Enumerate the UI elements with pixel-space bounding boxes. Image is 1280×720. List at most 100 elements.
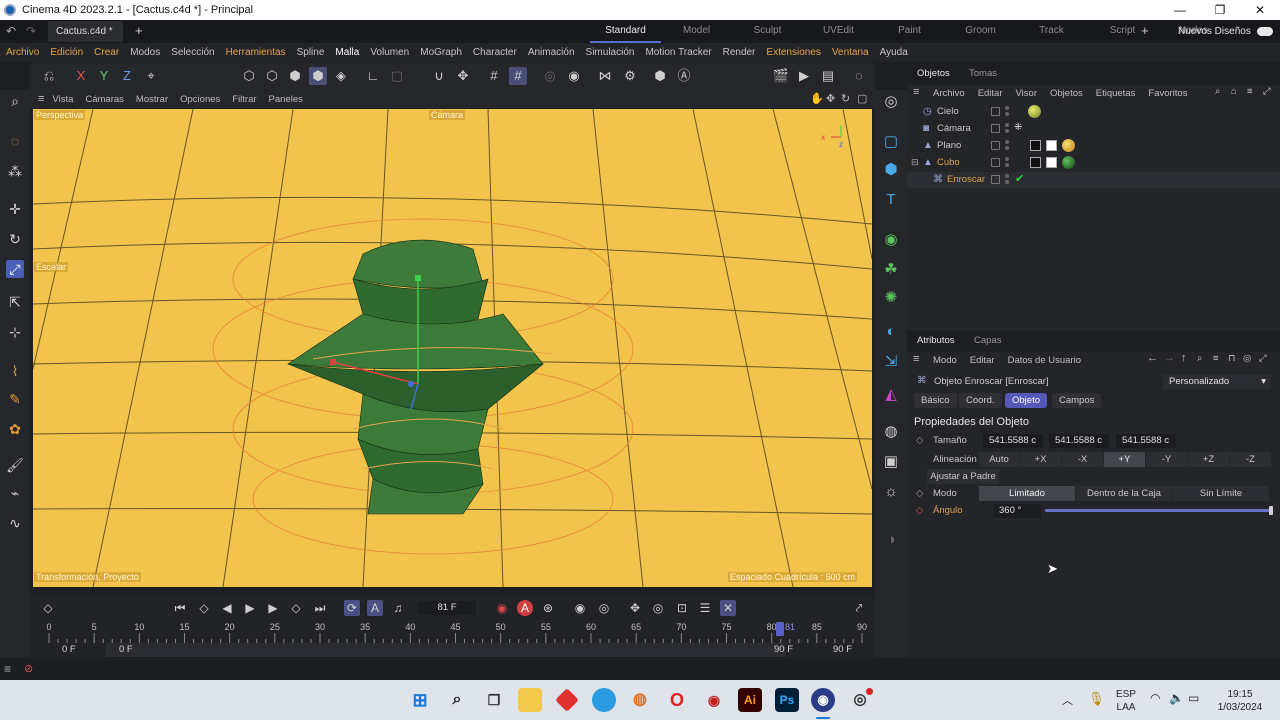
microphone-icon[interactable]: 🎙 (1088, 691, 1105, 707)
camera-object-icon[interactable]: ▣ (881, 452, 901, 472)
cube-primitive-icon[interactable]: ⬢ (881, 160, 901, 180)
maximize-view-icon[interactable]: ▢ (857, 92, 867, 105)
task-view-icon[interactable]: ❐ (482, 688, 506, 712)
symmetry-settings-icon[interactable]: ⚙ (621, 67, 639, 85)
edge-icon[interactable] (592, 688, 616, 712)
spline-pen-icon[interactable]: ⌇ (6, 362, 24, 380)
polygons-mode-icon[interactable]: ⬢ (286, 67, 304, 85)
visibility-dot[interactable] (1005, 174, 1009, 178)
light-object-icon[interactable]: ☼ (881, 482, 901, 502)
viewport-menu-icon[interactable]: ≡ (38, 93, 44, 105)
layout-tab-track[interactable]: Track (1016, 20, 1087, 43)
size-z-field[interactable]: 541.5588 c (1116, 434, 1176, 448)
objects-menu-archivo[interactable]: Archivo (933, 88, 965, 99)
tab-atributos[interactable]: Atributos (917, 335, 955, 346)
keyframe-selection-icon[interactable]: ⊛ (540, 600, 556, 616)
sound-icon[interactable]: ♫ (390, 600, 406, 616)
minimize-button[interactable]: — (1160, 0, 1200, 20)
menu-mograph[interactable]: MoGraph (420, 47, 462, 58)
tweak-mode-icon[interactable]: ▢ (388, 67, 406, 85)
layout-tab-paint[interactable]: Paint (874, 20, 945, 43)
attributes-menu-modo[interactable]: Modo (933, 355, 957, 366)
mode-limitado[interactable]: Limitado (979, 486, 1075, 501)
menu-render[interactable]: Render (723, 47, 756, 58)
effector-icon[interactable]: ✺ (881, 288, 901, 308)
playback-mode-icon[interactable]: A (367, 600, 383, 616)
menu-extensiones[interactable]: Extensiones (766, 47, 820, 58)
viewport-menu-vista[interactable]: Vista (52, 94, 73, 105)
forward-arrow-icon[interactable]: → (1164, 352, 1175, 364)
render-dot[interactable] (1005, 163, 1009, 167)
maximize-button[interactable]: ❐ (1200, 0, 1240, 20)
object-row-plano[interactable]: ▲ Plano (907, 138, 1280, 154)
davinci-icon[interactable]: ◉ (702, 688, 726, 712)
search-icon[interactable]: ⌕ (445, 688, 469, 712)
pan-view-icon[interactable]: ✋ (810, 92, 824, 105)
soft-selection-icon[interactable]: ✥ (454, 67, 472, 85)
generator-icon[interactable]: ◉ (881, 230, 901, 250)
go-to-end-icon[interactable]: ⏭ (312, 600, 328, 616)
uv-mode-icon[interactable]: ◈ (332, 67, 350, 85)
magnet-tool-icon[interactable]: ∿ (6, 514, 24, 532)
menu-modos[interactable]: Modos (130, 47, 160, 58)
protection-tag-icon[interactable]: ⁜ (1014, 122, 1022, 133)
fit-parent-button[interactable]: Ajustar a Padre (927, 469, 999, 484)
loop-icon[interactable]: ⟳ (344, 600, 360, 616)
timeline-settings-icon[interactable]: ☰ (697, 600, 713, 616)
new-document-icon[interactable]: + (135, 23, 143, 38)
attributes-menu-icon[interactable]: ≡ (913, 353, 919, 365)
viewport-menu-camaras[interactable]: Cámaras (85, 94, 124, 105)
symmetry-icon[interactable]: ⋈ (596, 67, 614, 85)
tray-chevron-icon[interactable]: ︿ (1062, 692, 1073, 708)
text-tool-icon[interactable]: T (881, 190, 901, 210)
app-red-icon[interactable] (555, 688, 579, 712)
viewport-menu-paneles[interactable]: Paneles (269, 94, 303, 105)
object-row-camara[interactable]: ◙ Cámara ⁜ (907, 121, 1280, 137)
x-axis-lock-icon[interactable]: X (72, 67, 90, 85)
filter-icon[interactable]: ≡ (1247, 86, 1253, 97)
key-scale-icon[interactable]: ✥ (627, 600, 643, 616)
align-plus-z[interactable]: +Z (1188, 452, 1229, 467)
illustrator-icon[interactable]: Ai (738, 688, 762, 712)
go-to-start-icon[interactable]: ⏮ (172, 600, 188, 616)
render-dot[interactable] (1005, 112, 1009, 116)
key-param-icon[interactable]: ◎ (650, 600, 666, 616)
menu-malla[interactable]: Malla (335, 47, 359, 58)
search-icon[interactable]: ⌕ (1197, 353, 1202, 364)
mode-dentro-caja[interactable]: Dentro de la Caja (1076, 486, 1172, 501)
menu-spline[interactable]: Spline (297, 47, 325, 58)
menu-animacion[interactable]: Animación (528, 47, 575, 58)
visibility-dot[interactable] (1005, 140, 1009, 144)
interpolation-icon[interactable]: ✕ (720, 600, 736, 616)
subtab-campos[interactable]: Campos (1052, 393, 1102, 408)
move-tool-icon[interactable]: ✛ (6, 200, 24, 218)
objects-menu-editar[interactable]: Editar (978, 88, 1003, 99)
windows-start-icon[interactable]: ⊞ (408, 688, 432, 712)
field-icon[interactable]: ⇲ (881, 352, 901, 372)
render-dot[interactable] (1005, 146, 1009, 150)
range-bar[interactable] (106, 643, 786, 657)
new-layouts-button[interactable]: Nuevos Diseños (1178, 26, 1251, 37)
viewport-3d[interactable]: x z Perspectiva Cámara Escalar Transform… (33, 109, 872, 587)
texture-tag-icon[interactable] (1046, 140, 1057, 151)
menu-seleccion[interactable]: Selección (171, 47, 214, 58)
render-view-icon[interactable]: 🎬 (772, 67, 790, 85)
align-minus-y[interactable]: -Y (1146, 452, 1187, 467)
settings-icon[interactable]: ◎ (1243, 353, 1251, 364)
tab-tomas[interactable]: Tomas (969, 68, 997, 79)
layout-tab-sculpt[interactable]: Sculpt (732, 20, 803, 43)
menu-character[interactable]: Character (473, 47, 517, 58)
object-row-enroscar[interactable]: ⌘ Enroscar ✔ (907, 172, 1280, 188)
model-mode-icon[interactable]: ⬢ (309, 67, 327, 85)
material-tag-icon[interactable] (1028, 105, 1041, 118)
viewport-camera-label[interactable]: Cámara (429, 110, 466, 120)
home-icon[interactable]: ⌂ (1231, 86, 1237, 97)
viewport-menu-filtrar[interactable]: Filtrar (232, 94, 256, 105)
tab-objetos[interactable]: Objetos (917, 68, 950, 79)
coordinate-system-icon[interactable]: ⌖ (142, 67, 160, 85)
layer-flag[interactable] (991, 107, 1000, 116)
snap-enable-icon[interactable]: # (509, 67, 527, 85)
objects-menu-visor[interactable]: Visor (1016, 88, 1037, 99)
keyframe-diamond-icon[interactable]: ◇ (916, 435, 923, 446)
render-picture-viewer-icon[interactable]: ▶ (795, 67, 813, 85)
